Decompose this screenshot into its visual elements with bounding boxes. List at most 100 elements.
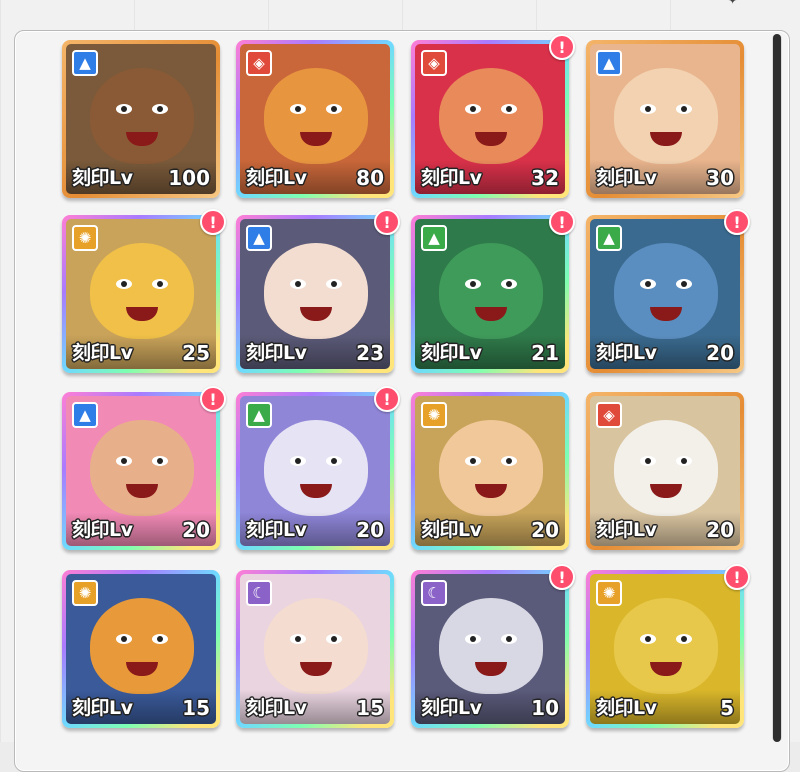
engrave-level-label: 刻印Lv (421, 519, 482, 541)
alert-badge-icon: ! (724, 209, 750, 235)
character-card[interactable]: ✺ 刻印Lv 15 (62, 570, 220, 728)
character-face (439, 598, 543, 694)
character-card[interactable]: ▲ 刻印Lv 20! (62, 386, 226, 550)
scrollbar-thumb[interactable] (773, 34, 781, 742)
character-portrait: ◈ 刻印Lv 20 (590, 396, 740, 546)
character-portrait: ▲ 刻印Lv 20 (590, 219, 740, 369)
wood-element-icon: ▲ (421, 225, 447, 251)
character-face (614, 243, 718, 339)
engrave-level-value: 25 (182, 341, 210, 365)
character-portrait: ✺ 刻印Lv 5 (590, 574, 740, 724)
character-card[interactable]: ✺ 刻印Lv 25! (62, 209, 226, 373)
engrave-level-label: 刻印Lv (421, 342, 482, 364)
character-face (90, 420, 194, 516)
alert-badge-icon: ! (374, 209, 400, 235)
character-card[interactable]: ▲ 刻印Lv 21! (411, 209, 575, 373)
character-face (439, 420, 543, 516)
fire-element-icon: ◈ (246, 50, 272, 76)
character-face (90, 598, 194, 694)
engrave-level-label: 刻印Lv (72, 519, 133, 541)
water-element-icon: ▲ (246, 225, 272, 251)
character-card[interactable]: ✺ 刻印Lv 20 (411, 392, 569, 550)
engrave-level-value: 15 (182, 696, 210, 720)
character-face (90, 243, 194, 339)
light-element-icon: ✺ (421, 402, 447, 428)
character-card[interactable]: ✺ 刻印Lv 5! (586, 564, 750, 728)
light-element-icon: ✺ (596, 580, 622, 606)
engrave-level-label: 刻印Lv (421, 697, 482, 719)
fire-element-icon: ◈ (421, 50, 447, 76)
engrave-level-value: 10 (531, 696, 559, 720)
dark-element-icon: ☾ (246, 580, 272, 606)
wood-element-icon: ▲ (596, 225, 622, 251)
engrave-level-value: 20 (356, 518, 384, 542)
character-card[interactable]: ☾ 刻印Lv 15 (236, 570, 394, 728)
engrave-level-label: 刻印Lv (246, 342, 307, 364)
engrave-level-value: 32 (531, 166, 559, 190)
engrave-level-label: 刻印Lv (246, 167, 307, 189)
engrave-level-label: 刻印Lv (596, 519, 657, 541)
character-face (439, 243, 543, 339)
engrave-level-value: 21 (531, 341, 559, 365)
engrave-level-value: 20 (531, 518, 559, 542)
character-face (614, 68, 718, 164)
engrave-level-value: 23 (356, 341, 384, 365)
character-face (614, 420, 718, 516)
character-face (90, 68, 194, 164)
character-portrait: ☾ 刻印Lv 15 (240, 574, 390, 724)
engrave-level-label: 刻印Lv (596, 342, 657, 364)
light-element-icon: ✺ (72, 225, 98, 251)
light-element-icon: ✺ (72, 580, 98, 606)
alert-badge-icon: ! (549, 34, 575, 60)
character-card[interactable]: ☾ 刻印Lv 10! (411, 564, 575, 728)
character-card[interactable]: ◈ 刻印Lv 20 (586, 392, 744, 550)
engrave-level-label: 刻印Lv (596, 167, 657, 189)
engrave-level-label: 刻印Lv (596, 697, 657, 719)
alert-badge-icon: ! (200, 209, 226, 235)
character-face (264, 68, 368, 164)
character-portrait: ✺ 刻印Lv 15 (66, 574, 216, 724)
alert-badge-icon: ! (374, 386, 400, 412)
engrave-level-value: 30 (706, 166, 734, 190)
water-element-icon: ▲ (596, 50, 622, 76)
engrave-level-value: 20 (182, 518, 210, 542)
alert-badge-icon: ! (724, 564, 750, 590)
corner-icon: ✦ (728, 0, 738, 7)
character-portrait: ◈ 刻印Lv 32 (415, 44, 565, 194)
character-face (264, 420, 368, 516)
character-face (264, 243, 368, 339)
engrave-level-value: 100 (168, 166, 210, 190)
engrave-level-label: 刻印Lv (72, 697, 133, 719)
character-card[interactable]: ▲ 刻印Lv 23! (236, 209, 400, 373)
engrave-level-label: 刻印Lv (72, 342, 133, 364)
character-card[interactable]: ▲ 刻印Lv 20! (586, 209, 750, 373)
water-element-icon: ▲ (72, 402, 98, 428)
character-portrait: ▲ 刻印Lv 20 (240, 396, 390, 546)
character-portrait: ☾ 刻印Lv 10 (415, 574, 565, 724)
character-face (264, 598, 368, 694)
character-portrait: ▲ 刻印Lv 100 (66, 44, 216, 194)
character-face (439, 68, 543, 164)
character-face (614, 598, 718, 694)
character-card[interactable]: ◈ 刻印Lv 32! (411, 34, 575, 198)
engrave-level-value: 20 (706, 518, 734, 542)
character-portrait: ▲ 刻印Lv 23 (240, 219, 390, 369)
character-portrait: ▲ 刻印Lv 30 (590, 44, 740, 194)
character-portrait: ✺ 刻印Lv 25 (66, 219, 216, 369)
fire-element-icon: ◈ (596, 402, 622, 428)
dark-element-icon: ☾ (421, 580, 447, 606)
engrave-level-value: 5 (720, 696, 734, 720)
alert-badge-icon: ! (549, 564, 575, 590)
character-card[interactable]: ◈ 刻印Lv 80 (236, 40, 394, 198)
engrave-level-value: 80 (356, 166, 384, 190)
character-portrait: ◈ 刻印Lv 80 (240, 44, 390, 194)
character-card[interactable]: ▲ 刻印Lv 100 (62, 40, 220, 198)
water-element-icon: ▲ (72, 50, 98, 76)
character-card[interactable]: ▲ 刻印Lv 20! (236, 386, 400, 550)
character-card[interactable]: ▲ 刻印Lv 30 (586, 40, 744, 198)
engrave-level-label: 刻印Lv (246, 519, 307, 541)
wood-element-icon: ▲ (246, 402, 272, 428)
alert-badge-icon: ! (200, 386, 226, 412)
engrave-level-label: 刻印Lv (72, 167, 133, 189)
alert-badge-icon: ! (549, 209, 575, 235)
